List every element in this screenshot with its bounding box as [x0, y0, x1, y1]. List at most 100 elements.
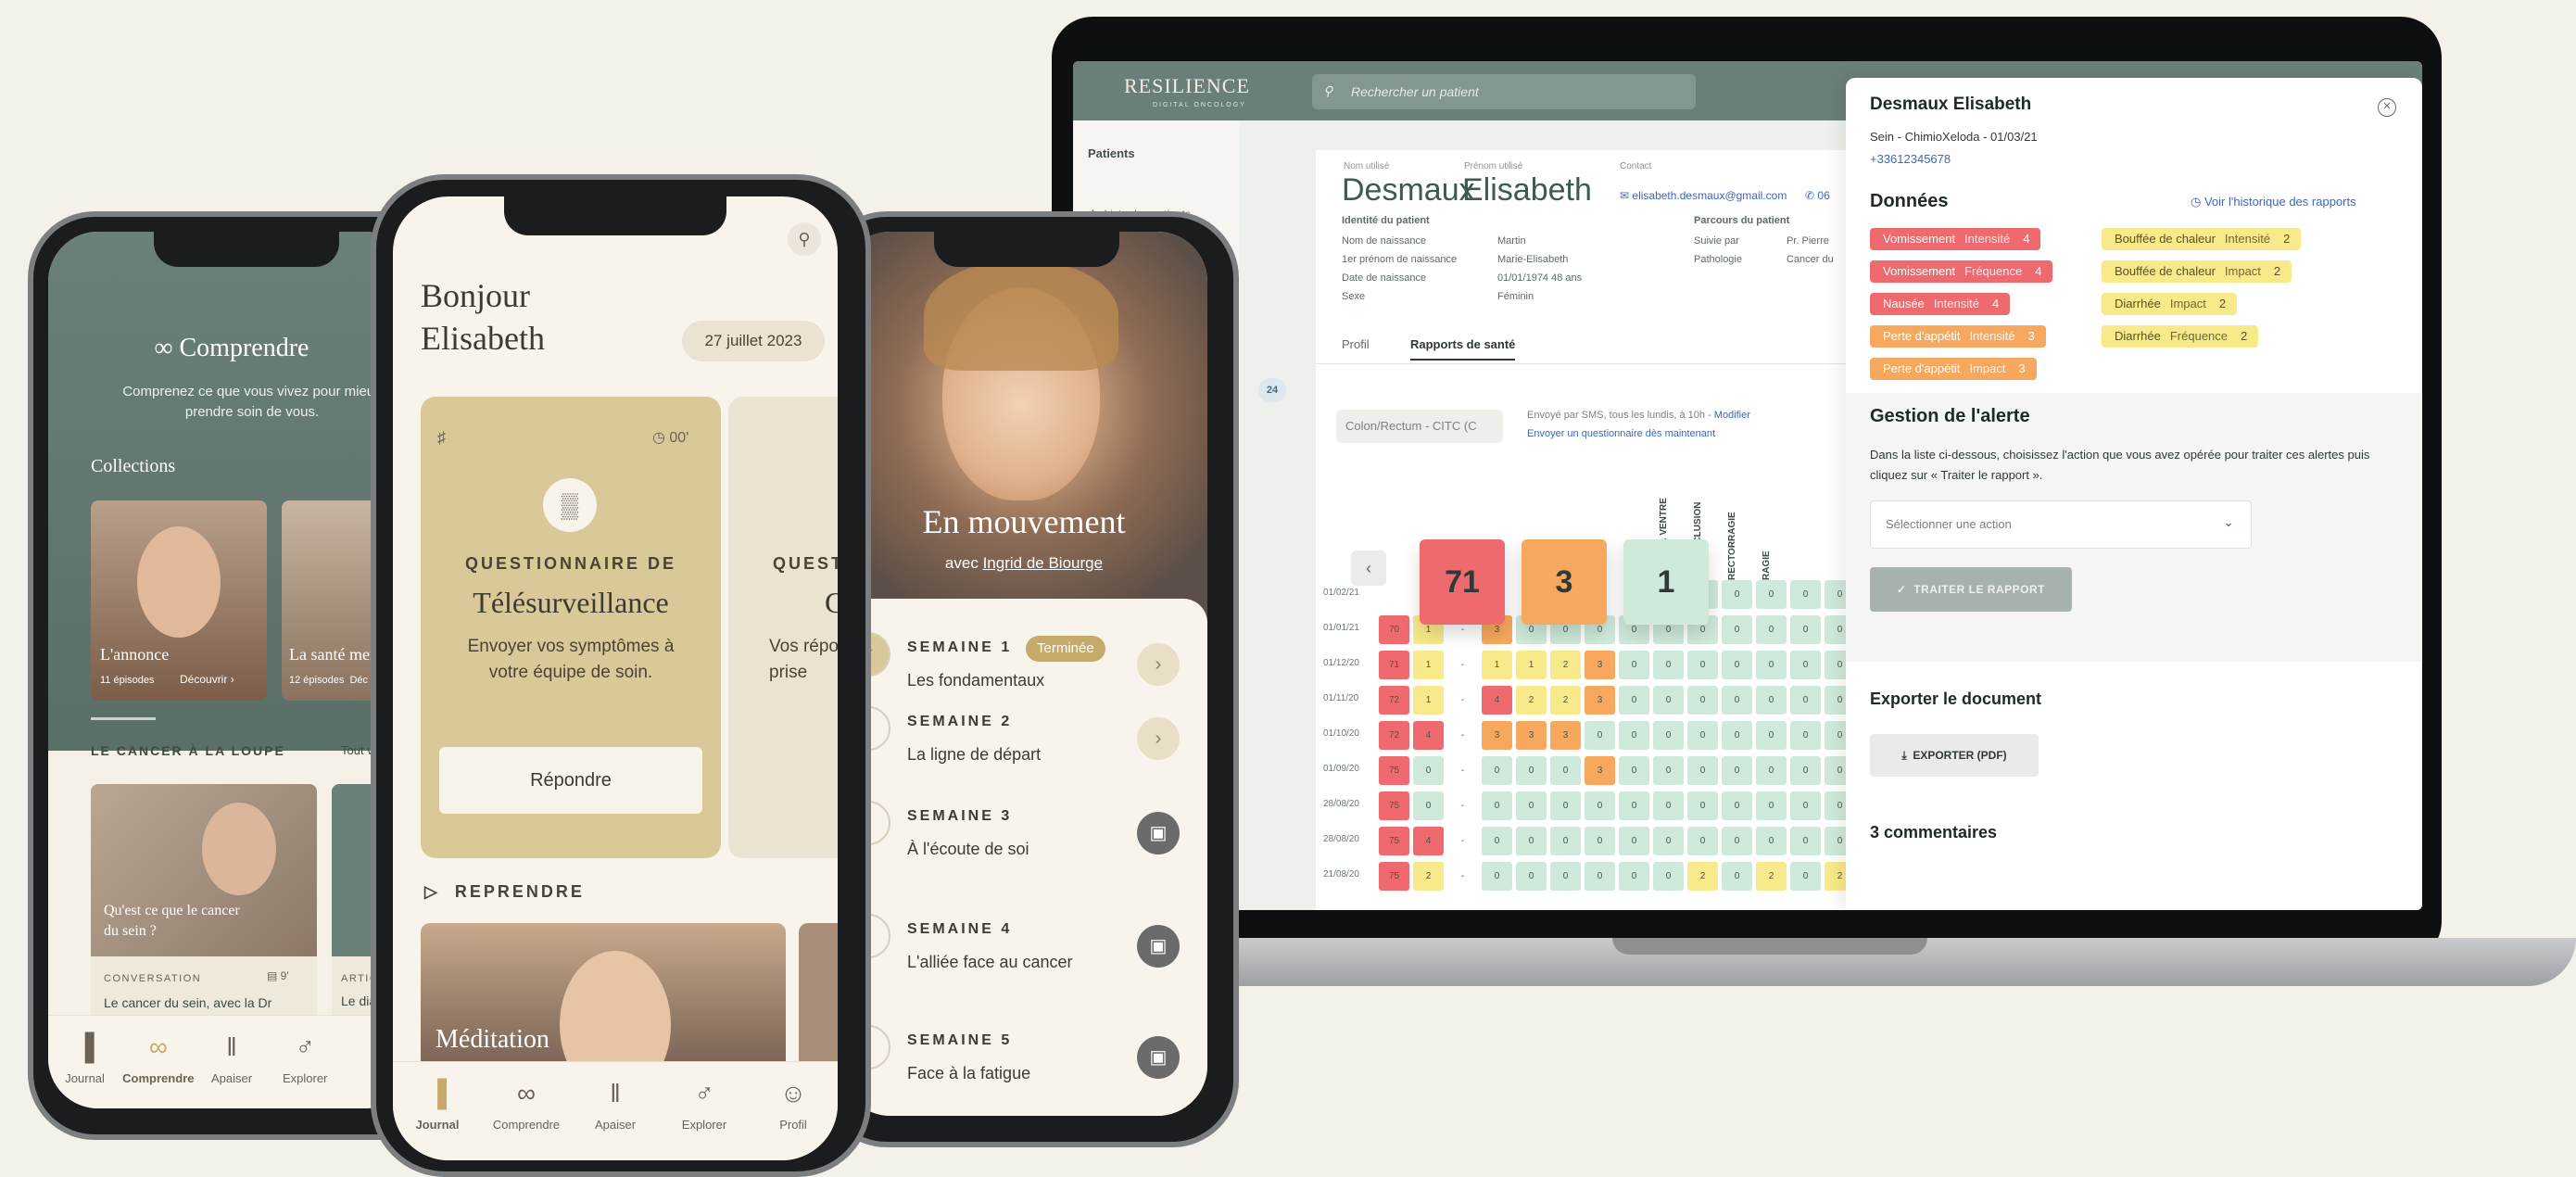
- grid-cell[interactable]: 0: [1619, 791, 1649, 820]
- questionnaire-card[interactable]: ♯ ◷ 00' ▒ QUESTIONNAIRE DE Télésurveilla…: [421, 397, 721, 858]
- grid-cell[interactable]: [1447, 580, 1478, 609]
- grid-cell[interactable]: 4: [1482, 686, 1512, 715]
- protocol-chip[interactable]: Colon/Rectum - CITC (C: [1336, 410, 1503, 443]
- grid-cell[interactable]: 0: [1516, 756, 1547, 785]
- nav-label[interactable]: Journal: [400, 1118, 474, 1132]
- grid-cell[interactable]: 0: [1756, 791, 1787, 820]
- grid-cell[interactable]: 1: [1413, 686, 1444, 715]
- pause-icon[interactable]: ‖: [195, 1032, 269, 1062]
- grid-cell[interactable]: 0: [1687, 686, 1718, 715]
- grid-cell[interactable]: [1516, 580, 1547, 609]
- grid-cell[interactable]: 3: [1585, 686, 1615, 715]
- collection-discover[interactable]: Découvrir ›: [180, 673, 234, 686]
- grid-cell[interactable]: 0: [1550, 827, 1581, 855]
- grid-cell[interactable]: 0: [1790, 791, 1821, 820]
- glasses-icon[interactable]: ∞: [121, 1032, 196, 1062]
- grid-cell[interactable]: 0: [1756, 580, 1787, 609]
- grid-cell[interactable]: 0: [1653, 721, 1684, 750]
- grid-cell[interactable]: 3: [1585, 651, 1615, 679]
- grid-cell[interactable]: 70: [1379, 615, 1409, 644]
- grid-cell[interactable]: 0: [1653, 791, 1684, 820]
- grid-cell[interactable]: [1550, 580, 1581, 609]
- grid-cell[interactable]: 0: [1687, 651, 1718, 679]
- grid-cell[interactable]: 0: [1516, 615, 1547, 644]
- grid-cell[interactable]: 0: [1619, 862, 1649, 891]
- grid-cell[interactable]: -: [1447, 721, 1478, 750]
- meditation-card-2[interactable]: [799, 923, 838, 1062]
- grid-cell[interactable]: 1: [1516, 651, 1547, 679]
- grid-cell[interactable]: 0: [1619, 721, 1649, 750]
- grid-cell[interactable]: 72: [1379, 686, 1409, 715]
- grid-cell[interactable]: 0: [1790, 580, 1821, 609]
- pause-icon[interactable]: ‖: [578, 1079, 652, 1108]
- grid-cell[interactable]: -: [1447, 827, 1478, 855]
- patient-email[interactable]: ✉ elisabeth.desmaux@gmail.com: [1620, 189, 1787, 202]
- grid-cell[interactable]: 2: [1550, 651, 1581, 679]
- grid-cell[interactable]: 0: [1516, 862, 1547, 891]
- explore-icon[interactable]: ♂: [667, 1079, 741, 1108]
- grid-cell[interactable]: 0: [1790, 686, 1821, 715]
- profile-icon[interactable]: ☺: [756, 1079, 830, 1108]
- grid-cell[interactable]: -: [1447, 756, 1478, 785]
- collection-card-annonce[interactable]: L'annonce 11 épisodes Découvrir ›: [91, 500, 267, 701]
- nav-label[interactable]: Apaiser: [195, 1071, 269, 1085]
- lock-icon[interactable]: ▣: [1137, 812, 1180, 854]
- grid-cell[interactable]: -: [1447, 791, 1478, 820]
- grid-cell[interactable]: 2: [1756, 862, 1787, 891]
- grid-cell[interactable]: -: [1447, 615, 1478, 644]
- grid-cell[interactable]: [1585, 580, 1615, 609]
- grid-cell[interactable]: [1482, 580, 1512, 609]
- grid-cell[interactable]: 0: [1585, 827, 1615, 855]
- grid-cell[interactable]: 3: [1516, 721, 1547, 750]
- grid-cell[interactable]: 75: [1379, 791, 1409, 820]
- grid-cell[interactable]: 0: [1619, 615, 1649, 644]
- grid-cell[interactable]: 0: [1790, 756, 1821, 785]
- respond-button[interactable]: Répondre: [439, 747, 702, 814]
- search-icon[interactable]: ⚲: [788, 222, 821, 256]
- grid-cell[interactable]: 0: [1722, 651, 1752, 679]
- grid-cell[interactable]: 0: [1722, 791, 1752, 820]
- grid-cell[interactable]: 0: [1653, 756, 1684, 785]
- grid-cell[interactable]: 0: [1756, 686, 1787, 715]
- nav-label[interactable]: Journal: [48, 1071, 122, 1085]
- grid-cell[interactable]: [1379, 580, 1409, 609]
- glasses-icon[interactable]: ∞: [489, 1079, 563, 1108]
- send-questionnaire-link[interactable]: Envoyer un questionnaire dès maintenant: [1527, 428, 1715, 439]
- grid-cell[interactable]: 0: [1653, 615, 1684, 644]
- grid-cell[interactable]: 2: [1413, 862, 1444, 891]
- nav-label[interactable]: Apaiser: [578, 1118, 652, 1132]
- grid-cell[interactable]: 1: [1482, 651, 1512, 679]
- grid-cell[interactable]: 0: [1722, 686, 1752, 715]
- grid-cell[interactable]: 0: [1482, 756, 1512, 785]
- grid-cell[interactable]: 75: [1379, 862, 1409, 891]
- grid-cell[interactable]: -: [1447, 651, 1478, 679]
- grid-cell[interactable]: 0: [1687, 756, 1718, 785]
- grid-cell[interactable]: 0: [1413, 791, 1444, 820]
- export-pdf-button[interactable]: ⤓ EXPORTER (PDF): [1870, 734, 2039, 777]
- grid-cell[interactable]: 0: [1619, 827, 1649, 855]
- grid-cell[interactable]: 0: [1653, 686, 1684, 715]
- grid-cell[interactable]: 1: [1413, 615, 1444, 644]
- grid-cell[interactable]: 0: [1585, 862, 1615, 891]
- modify-link[interactable]: Modifier: [1714, 410, 1750, 421]
- grid-cell[interactable]: 4: [1413, 721, 1444, 750]
- nav-label[interactable]: Explorer: [268, 1071, 342, 1085]
- chevron-right-icon[interactable]: ›: [1137, 643, 1180, 686]
- grid-cell[interactable]: 0: [1585, 791, 1615, 820]
- grid-cell[interactable]: 0: [1619, 651, 1649, 679]
- grid-cell[interactable]: 3: [1482, 721, 1512, 750]
- grid-cell[interactable]: 2: [1516, 686, 1547, 715]
- grid-cell[interactable]: 2: [1687, 862, 1718, 891]
- patient-search-input[interactable]: ⚲ Rechercher un patient: [1312, 74, 1696, 109]
- grid-cell[interactable]: 0: [1756, 827, 1787, 855]
- grid-cell[interactable]: 0: [1722, 756, 1752, 785]
- grid-cell[interactable]: 0: [1790, 721, 1821, 750]
- grid-cell[interactable]: 0: [1790, 862, 1821, 891]
- grid-cell[interactable]: 4: [1413, 827, 1444, 855]
- grid-cell[interactable]: 0: [1722, 615, 1752, 644]
- grid-cell[interactable]: 0: [1722, 580, 1752, 609]
- journal-icon[interactable]: ▐: [48, 1032, 122, 1062]
- grid-cell[interactable]: 0: [1756, 721, 1787, 750]
- grid-cell[interactable]: 0: [1482, 791, 1512, 820]
- journal-icon[interactable]: ▐: [400, 1079, 474, 1108]
